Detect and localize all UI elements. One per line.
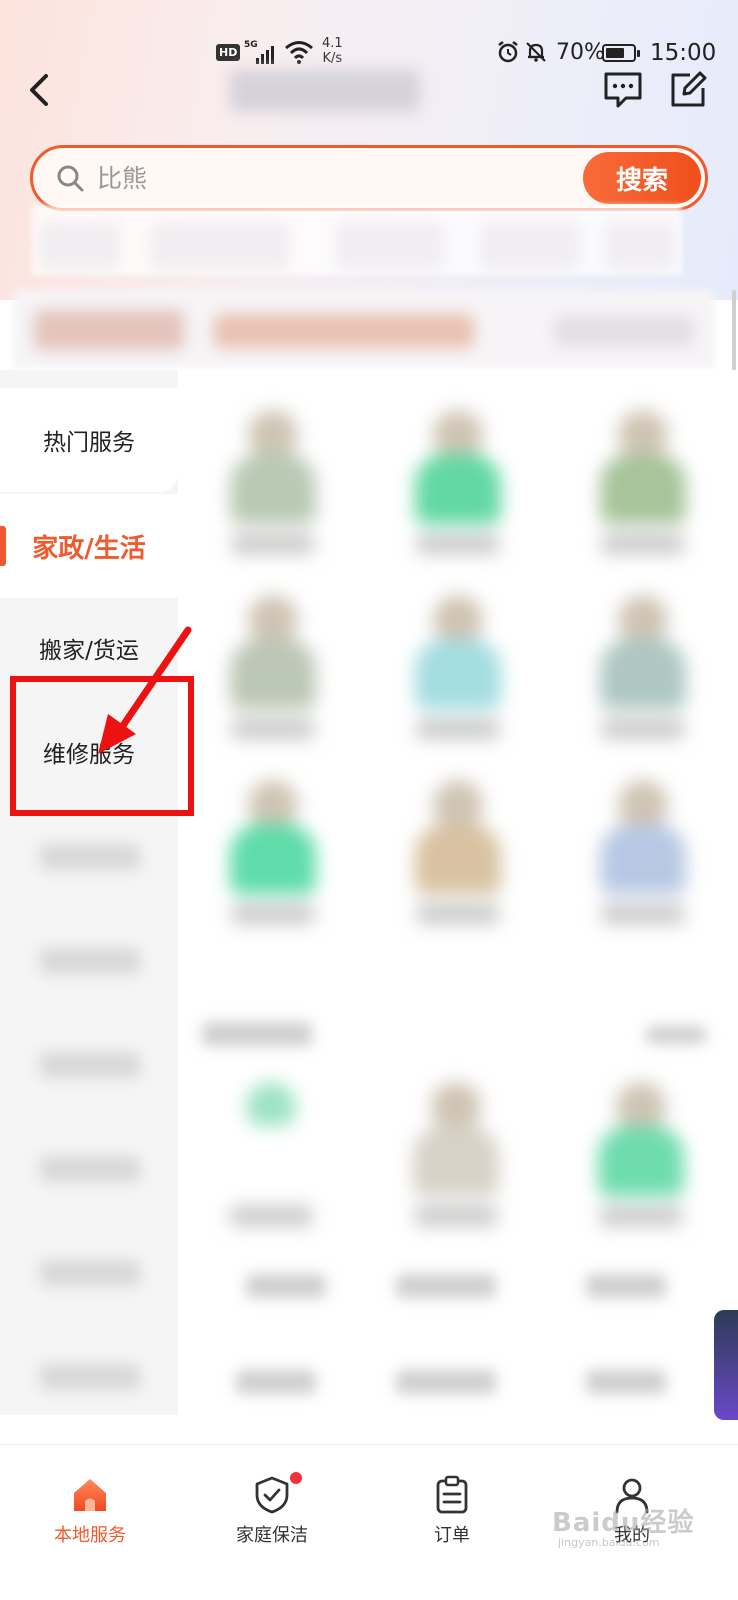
service-item-blurred[interactable] <box>403 595 513 745</box>
service-item-blurred[interactable] <box>401 1082 511 1232</box>
chip-blurred[interactable] <box>40 222 120 270</box>
watermark: Baidu经验 <box>552 1508 695 1538</box>
sidebar-item-label: 家政/生活 <box>32 533 146 564</box>
search-input[interactable] <box>97 156 557 200</box>
text-blurred <box>246 1274 326 1298</box>
sidebar-item-blurred[interactable] <box>40 948 140 974</box>
alarm-icon <box>498 41 518 63</box>
text-blurred <box>236 1370 316 1394</box>
clipboard-icon <box>436 1475 468 1514</box>
sidebar-item-blurred[interactable] <box>40 1364 140 1390</box>
text-blurred <box>586 1274 666 1298</box>
service-item-blurred[interactable] <box>218 410 328 560</box>
banner-strip-blurred <box>14 290 714 368</box>
text-blurred <box>396 1370 496 1394</box>
service-grid <box>178 370 738 970</box>
sidebar-item-housekeeping[interactable]: 家政/生活 <box>0 494 178 598</box>
chip-blurred[interactable] <box>480 222 580 270</box>
service-item-blurred[interactable] <box>403 410 513 560</box>
notification-dot <box>290 1472 302 1484</box>
watermark-url: jingyan.baidu.com <box>558 1536 660 1549</box>
shield-check-icon <box>255 1476 289 1514</box>
service-item-blurred[interactable] <box>218 595 328 745</box>
search-button[interactable]: 搜索 <box>583 152 701 204</box>
chip-blurred[interactable] <box>150 222 290 270</box>
chip-blurred[interactable] <box>335 222 445 270</box>
tab-label: 家庭保洁 <box>236 1525 308 1546</box>
tab-label: 订单 <box>434 1525 470 1546</box>
chip-blurred[interactable] <box>605 222 675 270</box>
tab-local-service[interactable]: 本地服务 <box>30 1475 150 1575</box>
mute-bell-icon <box>526 42 546 62</box>
battery-percent: 70% <box>556 40 605 65</box>
page-title-blurred <box>230 70 420 112</box>
section-title-blurred <box>202 1022 312 1046</box>
wifi-icon <box>285 41 313 64</box>
service-section-blurred <box>186 992 738 1424</box>
edit-icon[interactable] <box>668 70 708 110</box>
service-item-blurred[interactable] <box>218 780 328 930</box>
text-blurred <box>586 1370 666 1394</box>
search-icon <box>57 165 84 192</box>
network-speed: 4.1 K/s <box>322 36 343 66</box>
service-item-blurred[interactable] <box>403 780 513 930</box>
category-sidebar: 热门服务 家政/生活 搬家/货运 维修服务 <box>0 370 178 1415</box>
sidebar-item-hot[interactable]: 热门服务 <box>0 388 178 492</box>
service-item-blurred[interactable] <box>588 410 698 560</box>
home-icon <box>74 1479 106 1511</box>
back-arrow-icon[interactable] <box>22 70 62 110</box>
sidebar-item-blurred[interactable] <box>40 1260 140 1286</box>
sidebar-item-blurred[interactable] <box>40 1052 140 1078</box>
hd-badge: HD <box>216 44 241 61</box>
search-bar: 搜索 <box>30 145 708 211</box>
text-blurred <box>396 1274 496 1298</box>
floating-assistant-widget[interactable] <box>714 1310 738 1420</box>
clock: 15:00 <box>650 40 717 66</box>
sidebar-item-blurred[interactable] <box>40 844 140 870</box>
service-item-blurred[interactable] <box>216 1082 326 1232</box>
battery-icon <box>602 44 640 62</box>
sidebar-item-blurred[interactable] <box>40 1156 140 1182</box>
annotation-arrow-icon <box>98 626 192 754</box>
service-item-blurred[interactable] <box>588 780 698 930</box>
tab-orders[interactable]: 订单 <box>392 1475 512 1575</box>
tab-home-cleaning[interactable]: 家庭保洁 <box>212 1475 332 1575</box>
message-icon[interactable] <box>602 70 644 110</box>
tab-label: 本地服务 <box>54 1525 126 1546</box>
section-more-blurred[interactable] <box>646 1026 706 1044</box>
service-item-blurred[interactable] <box>586 1082 696 1232</box>
sidebar-item-label: 热门服务 <box>43 430 135 456</box>
service-item-blurred[interactable] <box>588 595 698 745</box>
